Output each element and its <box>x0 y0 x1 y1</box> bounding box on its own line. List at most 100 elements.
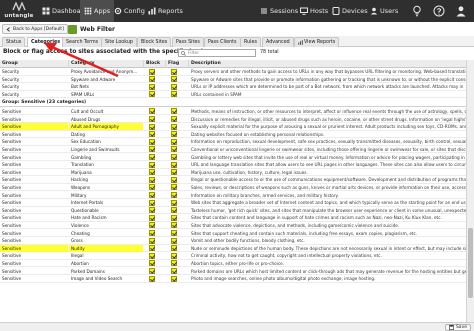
user-account-icon[interactable] <box>454 4 468 18</box>
flag-checkbox[interactable] <box>171 146 177 153</box>
nav-hosts[interactable]: Hosts <box>296 0 332 22</box>
table-row[interactable]: Sensitive Hate and Racism Sites that conta… <box>0 214 466 222</box>
flag-checkbox[interactable] <box>171 76 177 83</box>
block-checkbox[interactable] <box>149 108 155 115</box>
table-row[interactable]: Sensitive Dating Dating websites focused o… <box>0 130 466 139</box>
nav-users[interactable]: Users <box>366 0 402 22</box>
tab-advanced[interactable]: Advanced <box>262 37 294 47</box>
flag-checkbox[interactable] <box>171 214 177 221</box>
table-row[interactable]: Sensitive Parked Domains Parked domains ar… <box>0 267 466 276</box>
flag-checkbox[interactable] <box>171 83 177 90</box>
block-checkbox[interactable] <box>149 146 155 153</box>
tab-pass-sites[interactable]: Pass Sites <box>172 37 204 47</box>
table-row[interactable]: Sensitive Internet Portals Web sites that … <box>0 199 466 207</box>
table-row[interactable]: Sensitive Illegal Criminal activity, how n… <box>0 252 466 260</box>
flag-checkbox[interactable] <box>171 252 177 259</box>
table-row[interactable]: Sensitive Cheating Sites that support chea… <box>0 229 466 238</box>
block-checkbox[interactable] <box>149 91 155 98</box>
tab-categories[interactable]: Categories <box>27 37 65 47</box>
table-row[interactable]: Sensitive Marijuana Marijuana use, cultiva… <box>0 168 466 177</box>
lightbulb-icon[interactable] <box>410 4 424 18</box>
block-checkbox[interactable] <box>149 68 155 75</box>
table-row[interactable]: Security SPAM URLs URLs contained in SPAM <box>0 90 466 99</box>
flag-checkbox[interactable] <box>171 237 177 244</box>
flag-checkbox[interactable] <box>171 123 177 130</box>
block-checkbox[interactable] <box>149 237 155 244</box>
block-checkbox[interactable] <box>149 252 155 259</box>
table-row[interactable]: Security Spyware and Adware Spyware or Adw… <box>0 75 466 84</box>
flag-checkbox[interactable] <box>171 91 177 98</box>
flag-checkbox[interactable] <box>171 68 177 75</box>
block-checkbox[interactable] <box>149 207 155 214</box>
tab-block-sites[interactable]: Block Sites <box>137 37 172 47</box>
column-flag[interactable]: Flag <box>166 60 189 68</box>
flag-checkbox[interactable] <box>171 131 177 138</box>
untangle-logo[interactable]: untangle <box>4 2 34 20</box>
flag-checkbox[interactable] <box>171 230 177 236</box>
table-row[interactable]: Security Proxy Avoidance and Anonym... Pro… <box>0 68 466 76</box>
table-row[interactable]: Sensitive Violence Sites that advocate vio… <box>0 221 466 230</box>
table-row[interactable]: Sensitive Abortion Abortion topics, either… <box>0 259 466 268</box>
block-checkbox[interactable] <box>149 268 155 274</box>
tab-pass-clients[interactable]: Pass Clients <box>204 37 241 47</box>
scrollbar-thumb[interactable] <box>468 228 473 298</box>
flag-checkbox[interactable] <box>171 222 177 229</box>
block-checkbox[interactable] <box>149 245 155 252</box>
table-row[interactable]: Sensitive Lingerie and Swimsuits Conventio… <box>0 145 466 154</box>
block-checkbox[interactable] <box>149 154 155 160</box>
table-row[interactable]: Security Bot Nets URLs or IP addresses whi… <box>0 83 466 91</box>
block-checkbox[interactable] <box>149 230 155 236</box>
block-checkbox[interactable] <box>149 116 155 122</box>
flag-checkbox[interactable] <box>171 138 177 145</box>
table-row[interactable]: Sensitive Military Information on military… <box>0 191 466 200</box>
column-block[interactable]: Block <box>144 60 166 68</box>
block-checkbox[interactable] <box>149 176 155 183</box>
table-row[interactable]: Sensitive Hacking Illegal or questionable … <box>0 176 466 184</box>
flag-checkbox[interactable] <box>171 275 177 282</box>
column-description[interactable]: Description <box>189 60 466 68</box>
filter-input[interactable]: Filter <box>178 49 256 57</box>
flag-checkbox[interactable] <box>171 176 177 183</box>
table-row[interactable]: Sensitive Gross Vomit and other bodily fun… <box>0 237 466 245</box>
column-group[interactable]: Group <box>0 60 69 68</box>
flag-checkbox[interactable] <box>171 192 177 198</box>
flag-checkbox[interactable] <box>171 154 177 160</box>
table-row[interactable]: Sensitive Adult and Pornography Sexually e… <box>0 123 466 131</box>
back-to-apps-button[interactable]: Back to Apps [Default] <box>2 24 68 34</box>
question-icon[interactable] <box>432 4 446 18</box>
tab-rules[interactable]: Rules <box>240 37 261 47</box>
table-row[interactable]: Sensitive Image and Video Search Photo and… <box>0 275 466 283</box>
flag-checkbox[interactable] <box>171 268 177 274</box>
table-row[interactable]: Sensitive Cult and Occult Methods, means o… <box>0 107 466 116</box>
block-checkbox[interactable] <box>149 222 155 229</box>
tab-status[interactable]: Status <box>2 37 26 47</box>
column-category[interactable]: Category <box>69 60 144 68</box>
nav-apps[interactable]: Apps <box>80 0 115 22</box>
flag-checkbox[interactable] <box>171 245 177 252</box>
grid-scrollbar[interactable] <box>466 60 474 322</box>
table-row[interactable]: Sensitive Gambling Gambling or lottery web… <box>0 153 466 162</box>
block-checkbox[interactable] <box>149 214 155 221</box>
flag-checkbox[interactable] <box>171 260 177 267</box>
group-header-sensitive[interactable]: Group: Sensitive (23 categories) <box>0 99 466 108</box>
flag-checkbox[interactable] <box>171 207 177 214</box>
block-checkbox[interactable] <box>149 161 155 168</box>
tab-site-lookup[interactable]: Site Lookup <box>101 37 137 47</box>
block-checkbox[interactable] <box>149 199 155 206</box>
table-row[interactable]: Sensitive Questionable Tasteless humor, 'g… <box>0 206 466 215</box>
tab-view-reports[interactable]: View Reports <box>294 37 340 47</box>
flag-checkbox[interactable] <box>171 169 177 176</box>
flag-checkbox[interactable] <box>171 108 177 115</box>
block-checkbox[interactable] <box>149 123 155 130</box>
flag-checkbox[interactable] <box>171 161 177 168</box>
block-checkbox[interactable] <box>149 275 155 282</box>
block-checkbox[interactable] <box>149 131 155 138</box>
block-checkbox[interactable] <box>149 76 155 83</box>
flag-checkbox[interactable] <box>171 116 177 122</box>
table-row[interactable]: Sensitive Abused Drugs Discussion or remed… <box>0 115 466 124</box>
table-row[interactable]: Sensitive Translation URL and language tra… <box>0 161 466 169</box>
table-row[interactable]: Sensitive Nudity Nude or seminude depictio… <box>0 244 466 253</box>
flag-checkbox[interactable] <box>171 184 177 191</box>
nav-reports[interactable]: Reports <box>144 0 187 22</box>
tab-search-terms[interactable]: Search Terms <box>62 37 103 47</box>
